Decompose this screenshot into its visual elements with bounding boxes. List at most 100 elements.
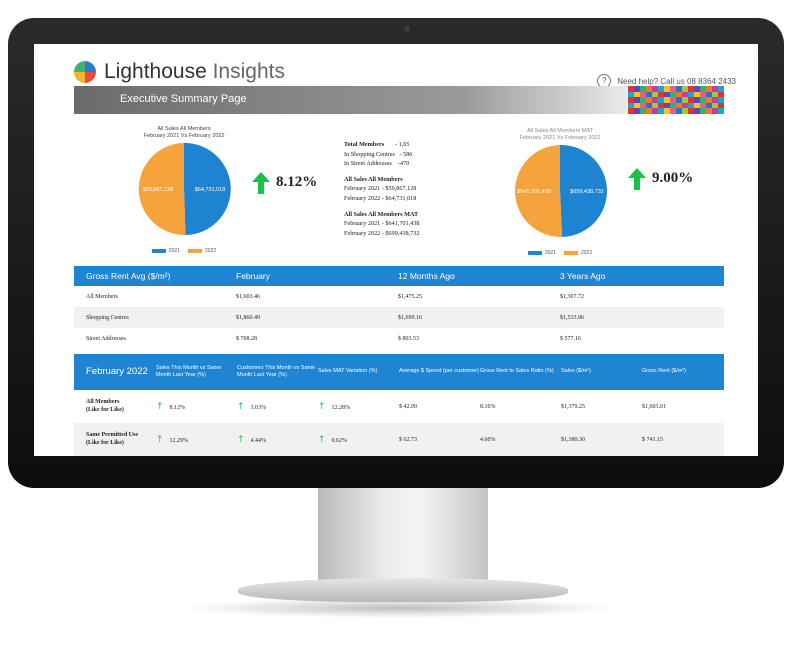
- row-label-line2: (Like for Like): [86, 406, 124, 413]
- summary-sales-2021: February 2021 - $59,867,128: [344, 185, 417, 193]
- cell: $1,603.01: [642, 403, 666, 410]
- summary-mat-2021: February 2021 - $641,701,438: [344, 220, 420, 228]
- cell: $ 577.16: [560, 335, 581, 342]
- table-row: Same Permitted Use (Like for Like) ↑ 12.29%…: [74, 423, 724, 456]
- legend-item-2021: 2021: [527, 250, 556, 256]
- legend-item-2021: 2021: [151, 248, 180, 254]
- table-row: All Members $1,603.46 $1,475.25 $1,307.7…: [74, 286, 724, 307]
- mat-change-pct: 9.00%: [652, 170, 694, 186]
- camera-icon: [404, 26, 410, 32]
- arrow-up-icon: ↑: [318, 401, 326, 412]
- lighthouse-logo-icon: [74, 61, 96, 83]
- arrow-up-icon: ↑: [237, 434, 245, 445]
- cell: ↑ 12.29%: [156, 435, 237, 445]
- header-cell: February 2022: [86, 365, 148, 377]
- pie-title-line2: February 2021 Vs February 2022: [519, 134, 601, 141]
- header-cell: Gross Rent to Sales Ratio (%): [480, 368, 554, 375]
- pie-title-line1: All Sales All Members: [157, 126, 211, 132]
- cell: 4.60%: [480, 436, 496, 443]
- cell: $1,860.49: [236, 314, 260, 321]
- color-mosaic-decoration: [628, 86, 724, 114]
- page-banner: Executive Summary Page: [74, 86, 724, 114]
- table-row: Shopping Centres $1,860.49 $1,699.16 $1,…: [74, 307, 724, 328]
- row-label: All Members (Like for Like): [74, 399, 156, 415]
- cell-value: 12.28%: [331, 404, 351, 411]
- summary-mat-heading: All Sales All Members MAT: [344, 210, 419, 218]
- cell: $1,603.46: [236, 293, 260, 300]
- header-cell: Sales ($/m²): [561, 368, 591, 375]
- performance-table: February 2022 Sales This Month vs Same M…: [74, 354, 724, 456]
- header-cell: Average $ Spend (per customer): [399, 368, 479, 375]
- cell: $ 62.73: [399, 436, 417, 443]
- row-label-line2: (Like for Like): [86, 439, 124, 446]
- table-row: Street Addresses $ 708.28 $ 803.53 $ 577…: [74, 328, 724, 349]
- summary-sales-2022: February 2022 - $64,731,018: [344, 195, 417, 203]
- pie-label-2021: $641,701,438: [517, 189, 551, 195]
- header-cell: Sales This Month vs Same Month Last Year…: [156, 364, 222, 378]
- pie-title-line2: February 2021 Vs February 2022: [143, 132, 225, 139]
- cell-value: 3.03%: [250, 404, 267, 411]
- monitor-stand-base: [238, 578, 568, 602]
- cell-value: 0.62%: [331, 437, 348, 444]
- header-cell: 3 Years Ago: [560, 271, 606, 281]
- pie-title: All Sales All Members MAT February 2021 …: [500, 128, 620, 141]
- pie-label-2022: $699,438,732: [570, 189, 604, 195]
- pie-legend: 2021 2022: [500, 250, 620, 256]
- monitor-stand-neck: [318, 488, 488, 580]
- monthly-change-pct: 8.12%: [276, 174, 318, 190]
- summary-total-members: Total Members - 1,05: [344, 141, 410, 148]
- pie-chart-monthly: All Sales All Members February 2021 Vs F…: [124, 126, 244, 254]
- cell: $1,699.16: [398, 314, 422, 321]
- cell: $ 741.15: [642, 436, 663, 443]
- pie-title-line1: All Sales All Members MAT: [527, 128, 593, 134]
- legend-item-2022: 2022: [564, 250, 592, 256]
- cell: ↑ 4.44%: [237, 435, 318, 445]
- summary-sales-heading: All Sales All Members: [344, 175, 403, 183]
- cell: ↑ 0.62%: [318, 435, 399, 445]
- help-text: Need help? Call us 08 8364 2433: [617, 76, 736, 86]
- summary-mat-2022: February 2022 - $699,438,732: [344, 229, 420, 237]
- cell: $ 42.99: [399, 403, 417, 410]
- logo-text: Lighthouse Insights: [104, 60, 285, 84]
- header-cell: Sales MAT Variation (%): [318, 368, 378, 375]
- cell: $1,533.96: [560, 314, 584, 321]
- cell-value: 4.44%: [250, 437, 267, 444]
- pie-svg: $59,867,128 $64,731,018: [138, 143, 231, 236]
- table-row: All Members (Like for Like) ↑ 8.12% ↑ 3.03% ↑ 1…: [74, 390, 724, 423]
- cell-value: 12.29%: [169, 437, 189, 444]
- arrow-up-icon: ↑: [237, 401, 245, 412]
- cell-value: 8.12%: [169, 404, 186, 411]
- logo-text-light: Insights: [206, 60, 285, 83]
- cell: $1,380.30: [561, 436, 585, 443]
- page-title: Executive Summary Page: [120, 93, 247, 105]
- summary-panel: Total Members - 1,05 In Shopping Centres…: [344, 140, 454, 238]
- cell: ↑ 3.03%: [237, 402, 318, 412]
- cell: ↑ 12.28%: [318, 402, 399, 412]
- pie-label-2021: $59,867,128: [143, 187, 174, 193]
- row-label-line1: Same Permitted Use: [86, 431, 138, 438]
- cell: ↑ 8.12%: [156, 402, 237, 412]
- row-label: Street Addresses: [86, 335, 126, 342]
- table-header: Gross Rent Avg ($/m²) February 12 Months…: [74, 266, 724, 286]
- pie-svg: $641,701,438 $699,438,732: [515, 145, 607, 238]
- header-cell: Gross Rent ($/m²): [642, 368, 687, 375]
- cell: $1,379.25: [561, 403, 585, 410]
- arrow-up-icon: [252, 172, 270, 194]
- pie-chart-mat: All Sales All Members MAT February 2021 …: [500, 128, 620, 256]
- pie-legend: 2021 2022: [124, 248, 244, 254]
- logo[interactable]: Lighthouse Insights: [74, 60, 285, 84]
- legend-item-2022: 2022: [188, 248, 216, 254]
- gross-rent-table: Gross Rent Avg ($/m²) February 12 Months…: [74, 266, 724, 349]
- monitor: Lighthouse Insights ? Need help? Call us…: [8, 18, 784, 488]
- summary-street-addresses: In Street Addresses -470: [344, 160, 410, 168]
- header-cell: Gross Rent Avg ($/m²): [86, 271, 171, 281]
- cell: $1,307.72: [560, 293, 584, 300]
- arrow-up-icon: ↑: [156, 401, 164, 412]
- summary-shopping-centres: In Shopping Centres - 586: [344, 150, 413, 158]
- arrow-up-icon: [628, 168, 646, 190]
- cell: $1,475.25: [398, 293, 422, 300]
- screen: Lighthouse Insights ? Need help? Call us…: [34, 44, 758, 456]
- cell: 8.16%: [480, 403, 496, 410]
- pie-title: All Sales All Members February 2021 Vs F…: [124, 126, 244, 139]
- arrow-up-icon: ↑: [318, 434, 326, 445]
